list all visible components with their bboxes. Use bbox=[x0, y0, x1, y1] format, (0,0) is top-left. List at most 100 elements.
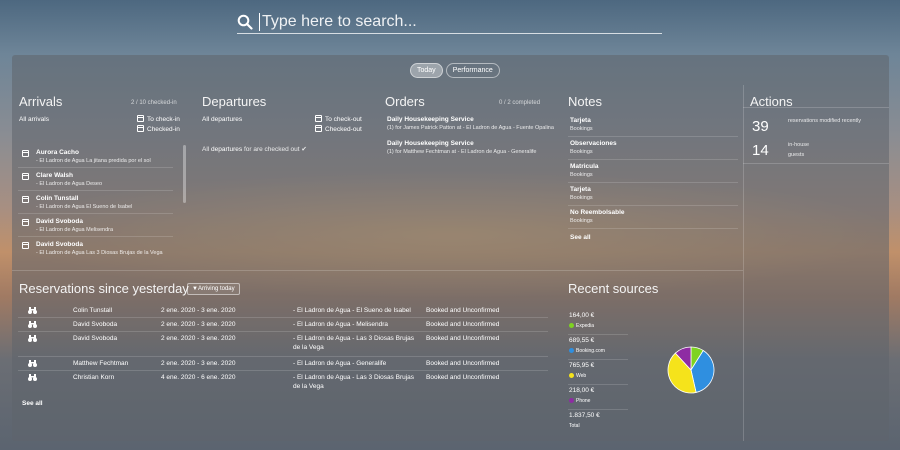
source-value: 689,55 € bbox=[569, 337, 595, 344]
modified-count[interactable]: 39 bbox=[752, 118, 769, 135]
all-arrivals-filter[interactable]: All arrivals bbox=[19, 116, 49, 123]
sources-title: Recent sources bbox=[568, 281, 659, 296]
table-row[interactable]: David Svoboda 2 ene. 2020 - 3 ene. 2020 … bbox=[18, 318, 548, 332]
arrival-item[interactable]: David Svoboda - El Ladron de Agua Las 3 D… bbox=[18, 238, 173, 268]
note-sub: Bookings bbox=[570, 195, 593, 201]
note-item[interactable]: Observaciones Bookings bbox=[568, 137, 738, 160]
res-status: Booked and Unconfirmed bbox=[426, 335, 500, 342]
orders-title: Orders bbox=[385, 94, 425, 109]
table-row[interactable]: Matthew Fechtman 2 ene. 2020 - 3 ene. 20… bbox=[18, 357, 548, 371]
orders-section: Orders 0 / 2 completed Daily Housekeepin… bbox=[378, 55, 558, 270]
note-title: No Reembolsable bbox=[570, 209, 625, 216]
res-status: Booked and Unconfirmed bbox=[426, 307, 500, 314]
res-room: - El Ladron de Agua - Las 3 Diosas Bruja… bbox=[293, 335, 415, 342]
table-row[interactable]: David Svoboda 2 ene. 2020 - 3 ene. 2020 … bbox=[18, 332, 548, 357]
arrivals-count: 2 / 10 checked-in bbox=[131, 100, 177, 106]
order-item[interactable]: Daily Housekeeping Service (1) for Matth… bbox=[387, 140, 557, 155]
reservations-see-all-link[interactable]: See all bbox=[22, 400, 43, 407]
arrival-desc: - El Ladron de Agua La jitana predida po… bbox=[36, 158, 151, 164]
arrival-desc: - El Ladron de Agua Las 3 Diosas Brujas … bbox=[36, 250, 163, 256]
order-desc: (1) for James Patrick Patton at - El Lad… bbox=[387, 125, 554, 131]
departures-section: Departures All departures To check-out C… bbox=[195, 55, 375, 270]
res-status: Booked and Unconfirmed bbox=[426, 374, 500, 381]
note-title: Observaciones bbox=[570, 140, 617, 147]
note-item[interactable]: Tarjeta Bookings bbox=[568, 183, 738, 206]
search-icon bbox=[237, 14, 253, 30]
note-item[interactable]: No Reembolsable Bookings bbox=[568, 206, 738, 229]
arrival-item[interactable]: Clare Walsh - El Ladron de Agua Deseo bbox=[18, 169, 173, 191]
dashboard-panel: Today Performance Arrivals 2 / 10 checke… bbox=[12, 55, 889, 441]
source-label-text: Booking.com bbox=[576, 348, 605, 354]
table-row[interactable]: Christian Korn 4 ene. 2020 - 6 ene. 2020… bbox=[18, 371, 548, 396]
to-checkin-filter[interactable]: To check-in bbox=[137, 115, 180, 123]
note-item[interactable]: Tarjeta Bookings bbox=[568, 114, 738, 137]
res-room-cont: de la Vega bbox=[293, 383, 324, 390]
res-name: David Svoboda bbox=[73, 321, 118, 328]
search-input[interactable] bbox=[259, 12, 662, 31]
reservations-title: Reservations since yesterday bbox=[19, 281, 189, 296]
checked-out-label: Checked-out bbox=[325, 126, 362, 133]
status-bold: departures bbox=[211, 146, 243, 153]
source-label: Web bbox=[569, 373, 586, 379]
note-sub: Bookings bbox=[570, 126, 593, 132]
res-room: - El Ladron de Agua - Generalife bbox=[293, 360, 387, 367]
res-dates: 4 ene. 2020 - 6 ene. 2020 bbox=[161, 374, 236, 381]
order-title: Daily Housekeeping Service bbox=[387, 116, 474, 123]
arrival-name: David Svoboda bbox=[36, 241, 83, 248]
checked-out-filter[interactable]: Checked-out bbox=[315, 125, 362, 133]
source-item: 1.837,50 € Total bbox=[568, 410, 628, 435]
modified-label: reservations modified recently bbox=[788, 118, 862, 124]
source-label: Expedia bbox=[569, 323, 594, 329]
departures-title: Departures bbox=[202, 94, 267, 109]
arrivals-scrollbar[interactable] bbox=[183, 145, 186, 203]
order-item[interactable]: Daily Housekeeping Service (1) for James… bbox=[387, 116, 557, 131]
legend-dot bbox=[569, 373, 574, 378]
notes-see-all-link[interactable]: See all bbox=[570, 234, 591, 241]
status-rest: for are checked out bbox=[243, 146, 300, 153]
notes-title: Notes bbox=[568, 94, 602, 109]
note-sub: Bookings bbox=[570, 149, 593, 155]
orders-count: 0 / 2 completed bbox=[499, 100, 541, 106]
arriving-today-label: Arriving today bbox=[197, 286, 235, 292]
legend-dot bbox=[569, 323, 574, 328]
inhouse-count[interactable]: 14 bbox=[752, 142, 769, 159]
arrivals-section: Arrivals 2 / 10 checked-in All arrivals … bbox=[12, 55, 192, 270]
legend-dot bbox=[569, 398, 574, 403]
arriving-today-filter-button[interactable]: ▼Arriving today bbox=[187, 283, 240, 295]
inhouse-label: in-house bbox=[788, 142, 810, 148]
res-room: - El Ladron de Agua - Melisendra bbox=[293, 321, 389, 328]
to-checkout-label: To check-out bbox=[325, 116, 362, 123]
source-label-text: Web bbox=[576, 373, 587, 379]
binoculars-icon bbox=[28, 307, 37, 314]
checked-in-filter[interactable]: Checked-in bbox=[137, 125, 180, 133]
notes-section: Notes Tarjeta Bookings Observaciones Booki… bbox=[568, 55, 740, 270]
note-sub: Bookings bbox=[570, 172, 593, 178]
reservations-section: Reservations since yesterday ▼Arriving t… bbox=[12, 270, 562, 441]
source-value: 1.837,50 € bbox=[569, 412, 600, 419]
arrival-item[interactable]: David Svoboda - El Ladron de Agua Melisen… bbox=[18, 215, 173, 237]
order-desc: (1) for Matthew Fechtman at - El Ladron … bbox=[387, 149, 537, 155]
res-name: Colin Tunstall bbox=[73, 307, 113, 314]
source-label-text: Total bbox=[569, 423, 580, 429]
source-item: 218,00 € Phone bbox=[568, 385, 628, 410]
calendar-icon bbox=[315, 115, 322, 122]
source-item: 689,55 € Booking.com bbox=[568, 335, 628, 360]
to-checkout-filter[interactable]: To check-out bbox=[315, 115, 362, 123]
calendar-check-icon bbox=[315, 125, 322, 132]
search-bar[interactable] bbox=[237, 10, 662, 34]
source-label: Phone bbox=[569, 398, 590, 404]
res-room-cont: de la Vega bbox=[293, 344, 324, 351]
divider bbox=[743, 85, 744, 441]
table-row[interactable]: Colin Tunstall 2 ene. 2020 - 3 ene. 2020… bbox=[18, 304, 548, 318]
res-dates: 2 ene. 2020 - 3 ene. 2020 bbox=[161, 360, 236, 367]
arrival-item[interactable]: Aurora Cacho - El Ladron de Agua La jitan… bbox=[18, 146, 173, 168]
departures-status: All departures for are checked out ✔ bbox=[202, 145, 307, 153]
guests-label: guests bbox=[788, 152, 805, 158]
note-item[interactable]: Matricula Bookings bbox=[568, 160, 738, 183]
arrival-item[interactable]: Colin Tunstall - El Ladron de Agua El Sue… bbox=[18, 192, 173, 214]
res-name: Matthew Fechtman bbox=[73, 360, 129, 367]
all-departures-filter[interactable]: All departures bbox=[202, 116, 242, 123]
source-item: 765,95 € Web bbox=[568, 360, 628, 385]
arrivals-title: Arrivals bbox=[19, 94, 63, 109]
arrival-desc: - El Ladron de Agua Deseo bbox=[36, 181, 103, 187]
